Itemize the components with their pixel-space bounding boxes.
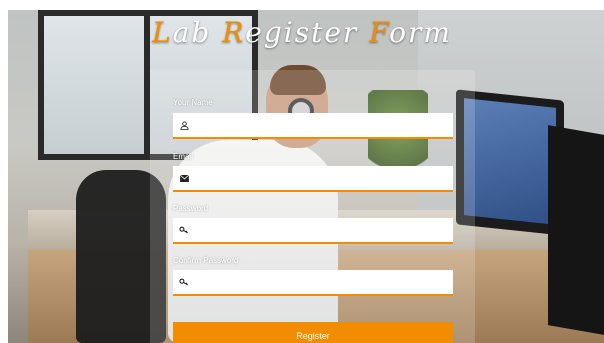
email-label: Email	[173, 152, 194, 161]
title-word-lab: Lab	[152, 16, 212, 49]
email-input[interactable]	[195, 166, 453, 190]
title-word-register: Register	[222, 16, 359, 49]
confirm-password-input[interactable]	[195, 270, 453, 294]
name-label: Your Name	[173, 98, 213, 107]
confirm-password-label: Confirm Password	[173, 256, 239, 265]
register-button[interactable]: Register	[173, 322, 453, 343]
key-icon	[173, 278, 195, 286]
password-label: Password	[173, 204, 209, 213]
name-field[interactable]	[173, 113, 453, 139]
name-input[interactable]	[195, 113, 453, 137]
second-monitor	[548, 125, 604, 335]
user-icon	[173, 120, 195, 130]
key-icon	[173, 226, 195, 234]
page-title: Lab Register Form	[0, 16, 604, 49]
title-word-form: Form	[369, 16, 452, 49]
envelope-icon	[173, 174, 195, 182]
email-field[interactable]	[173, 166, 453, 192]
password-field[interactable]	[173, 218, 453, 244]
password-input[interactable]	[195, 218, 453, 242]
confirm-password-field[interactable]	[173, 270, 453, 296]
